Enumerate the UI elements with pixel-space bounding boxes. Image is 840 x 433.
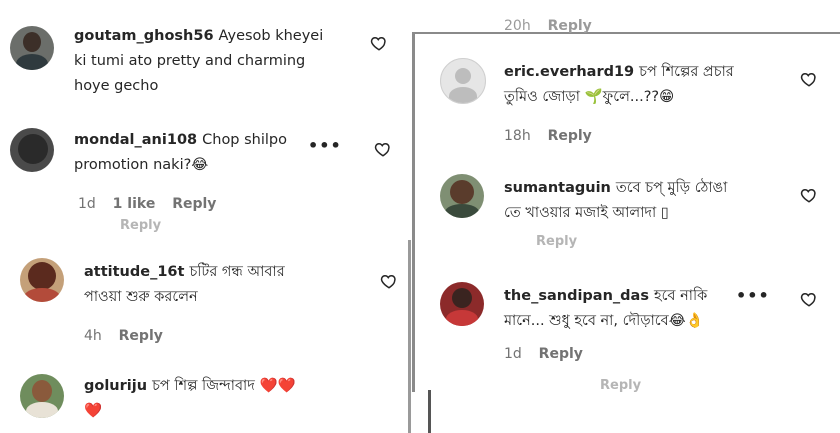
- heart-outline-icon[interactable]: [800, 290, 818, 308]
- timestamp: 18h: [504, 128, 531, 144]
- ghost-reply: Reply: [120, 218, 162, 233]
- username[interactable]: mondal_ani108: [74, 132, 197, 148]
- reply-button[interactable]: Reply: [539, 346, 583, 362]
- timestamp: 1d: [78, 196, 96, 212]
- panel-divider: [412, 32, 415, 392]
- timestamp: 1d: [504, 346, 522, 362]
- ghost-reply: Reply: [600, 378, 642, 393]
- avatar[interactable]: [10, 26, 54, 70]
- comment-text: sumantaguin তবে চপ্ মুড়ি ঠোঙা তে খাওয়ার…: [504, 180, 728, 221]
- reply-button[interactable]: Reply: [548, 18, 592, 34]
- comment-meta: 4h Reply: [84, 328, 175, 344]
- timestamp: 20h: [504, 18, 531, 34]
- timestamp: 4h: [84, 328, 102, 344]
- username[interactable]: attitude_16t: [84, 264, 184, 280]
- comment-meta: 1d 1 like Reply: [78, 196, 228, 212]
- comment-text: mondal_ani108 Chop shilpo promotion naki?…: [74, 132, 288, 173]
- reply-button[interactable]: Reply: [172, 196, 216, 212]
- comment-sumanta: sumantaguin তবে চপ্ মুড়ি ঠোঙা তে খাওয়ার…: [440, 174, 836, 244]
- avatar[interactable]: [20, 258, 64, 302]
- comment-sandipan: the_sandipan_das হবে নাকি মানে... শুধু হব…: [440, 282, 836, 372]
- comment-text: goluriju চপ শিল্প জিন্দাবাদ ❤️❤️ ❤️: [84, 378, 296, 419]
- avatar[interactable]: [440, 58, 486, 104]
- username[interactable]: sumantaguin: [504, 180, 611, 196]
- heart-outline-icon[interactable]: [800, 70, 818, 88]
- reply-button[interactable]: Reply: [548, 128, 592, 144]
- username[interactable]: the_sandipan_das: [504, 288, 649, 304]
- comment-text: eric.everhard19 চপ শিল্পের প্রচার তুমিও জ…: [504, 64, 734, 105]
- left-comments-panel: goutam_ghosh56 Ayesob kheyei ki tumi ato …: [0, 0, 412, 433]
- comment-eric: eric.everhard19 চপ শিল্পের প্রচার তুমিও জ…: [440, 58, 836, 148]
- avatar[interactable]: [10, 128, 54, 172]
- comment-goluriju: goluriju চপ শিল্প জিন্দাবাদ ❤️❤️ ❤️: [20, 374, 410, 433]
- comment-meta: 1d Reply: [504, 346, 595, 362]
- top-comment-meta: 20h Reply: [504, 18, 604, 34]
- reply-button[interactable]: Reply: [119, 328, 163, 344]
- more-options-icon[interactable]: •••: [308, 136, 342, 155]
- heart-outline-icon[interactable]: [370, 34, 388, 52]
- likes-count[interactable]: 1 like: [113, 196, 156, 212]
- avatar[interactable]: [20, 374, 64, 418]
- comment-text: attitude_16t চটির গন্ধ আবার পাওয়া শুরু ক…: [84, 264, 285, 305]
- username[interactable]: goutam_ghosh56: [74, 28, 214, 44]
- avatar[interactable]: [440, 174, 484, 218]
- comment-meta: 18h Reply: [504, 128, 604, 144]
- panel-divider: [428, 390, 431, 433]
- comment-attitude: attitude_16t চটির গন্ধ আবার পাওয়া শুরু ক…: [20, 258, 410, 348]
- username[interactable]: eric.everhard19: [504, 64, 634, 80]
- comment-mondal: mondal_ani108 Chop shilpo promotion naki?…: [10, 128, 410, 218]
- comment-goutam: goutam_ghosh56 Ayesob kheyei ki tumi ato …: [10, 26, 410, 106]
- more-options-icon[interactable]: •••: [736, 286, 770, 305]
- avatar[interactable]: [440, 282, 484, 326]
- heart-outline-icon[interactable]: [380, 272, 398, 290]
- comment-text: the_sandipan_das হবে নাকি মানে... শুধু হব…: [504, 288, 708, 329]
- heart-outline-icon[interactable]: [800, 186, 818, 204]
- panel-divider: [408, 240, 411, 433]
- ghost-reply: Reply: [536, 234, 578, 249]
- comment-text: goutam_ghosh56 Ayesob kheyei ki tumi ato …: [74, 28, 324, 94]
- heart-outline-icon[interactable]: [374, 140, 392, 158]
- username[interactable]: goluriju: [84, 378, 147, 394]
